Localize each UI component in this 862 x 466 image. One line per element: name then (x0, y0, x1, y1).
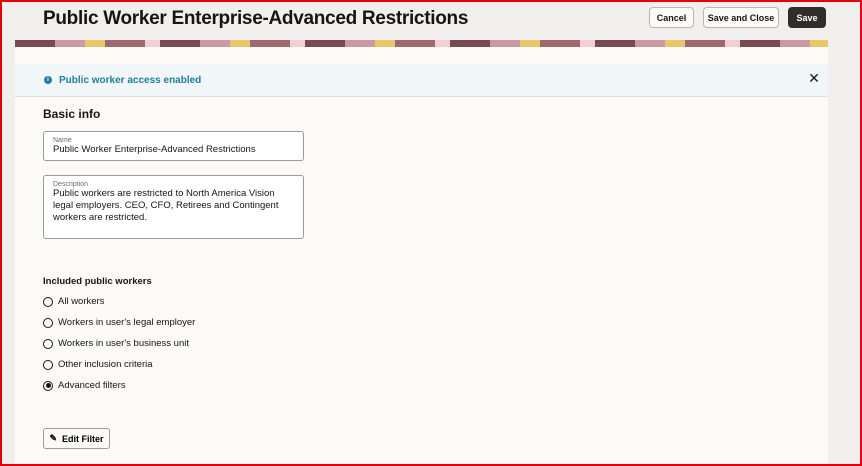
description-label: Description (53, 181, 89, 188)
cancel-button[interactable]: Cancel (649, 7, 694, 28)
radio-label: Workers in user's legal employer (58, 317, 196, 328)
name-label: Name (53, 137, 72, 144)
edit-filter-button[interactable]: ✎ Edit Filter (43, 428, 110, 449)
page-title: Public Worker Enterprise-Advanced Restri… (43, 8, 469, 29)
radio-advanced-filters[interactable]: Advanced filters (43, 380, 126, 391)
description-field[interactable]: Description Public workers are restricte… (43, 175, 304, 239)
radio-label: All workers (58, 296, 105, 307)
radio-label: Other inclusion criteria (58, 359, 153, 370)
close-icon[interactable]: ✕ (804, 70, 824, 87)
radio-legal-employer[interactable]: Workers in user's legal employer (43, 317, 195, 328)
section-heading: Basic info (43, 107, 101, 121)
description-value: Public workers are restricted to North A… (53, 188, 279, 223)
radio-selected-icon[interactable] (43, 380, 53, 391)
radio-label: Advanced filters (58, 380, 126, 391)
radio-label: Workers in user's business unit (58, 338, 189, 349)
radio-business-unit[interactable]: Workers in user's business unit (43, 338, 189, 349)
radio-icon[interactable] (43, 338, 53, 349)
save-and-close-button[interactable]: Save and Close (703, 7, 779, 28)
decorative-banner (15, 40, 828, 47)
included-heading: Included public workers (43, 276, 152, 287)
info-message: i Public worker access enabled ✕ (15, 64, 828, 97)
save-button[interactable]: Save (788, 7, 826, 28)
radio-other-criteria[interactable]: Other inclusion criteria (43, 359, 153, 370)
name-value: Public Worker Enterprise-Advanced Restri… (53, 144, 256, 155)
info-icon: i (44, 76, 52, 84)
radio-all-workers[interactable]: All workers (43, 296, 104, 307)
radio-icon[interactable] (43, 359, 53, 370)
edit-filter-label: Edit Filter (62, 433, 104, 444)
name-field[interactable]: Name Public Worker Enterprise-Advanced R… (43, 131, 304, 161)
radio-icon[interactable] (43, 296, 53, 307)
radio-icon[interactable] (43, 317, 53, 328)
message-text: Public worker access enabled (59, 74, 202, 86)
main-panel: i Public worker access enabled ✕ Basic i… (15, 47, 828, 466)
pencil-icon: ✎ (49, 433, 58, 443)
